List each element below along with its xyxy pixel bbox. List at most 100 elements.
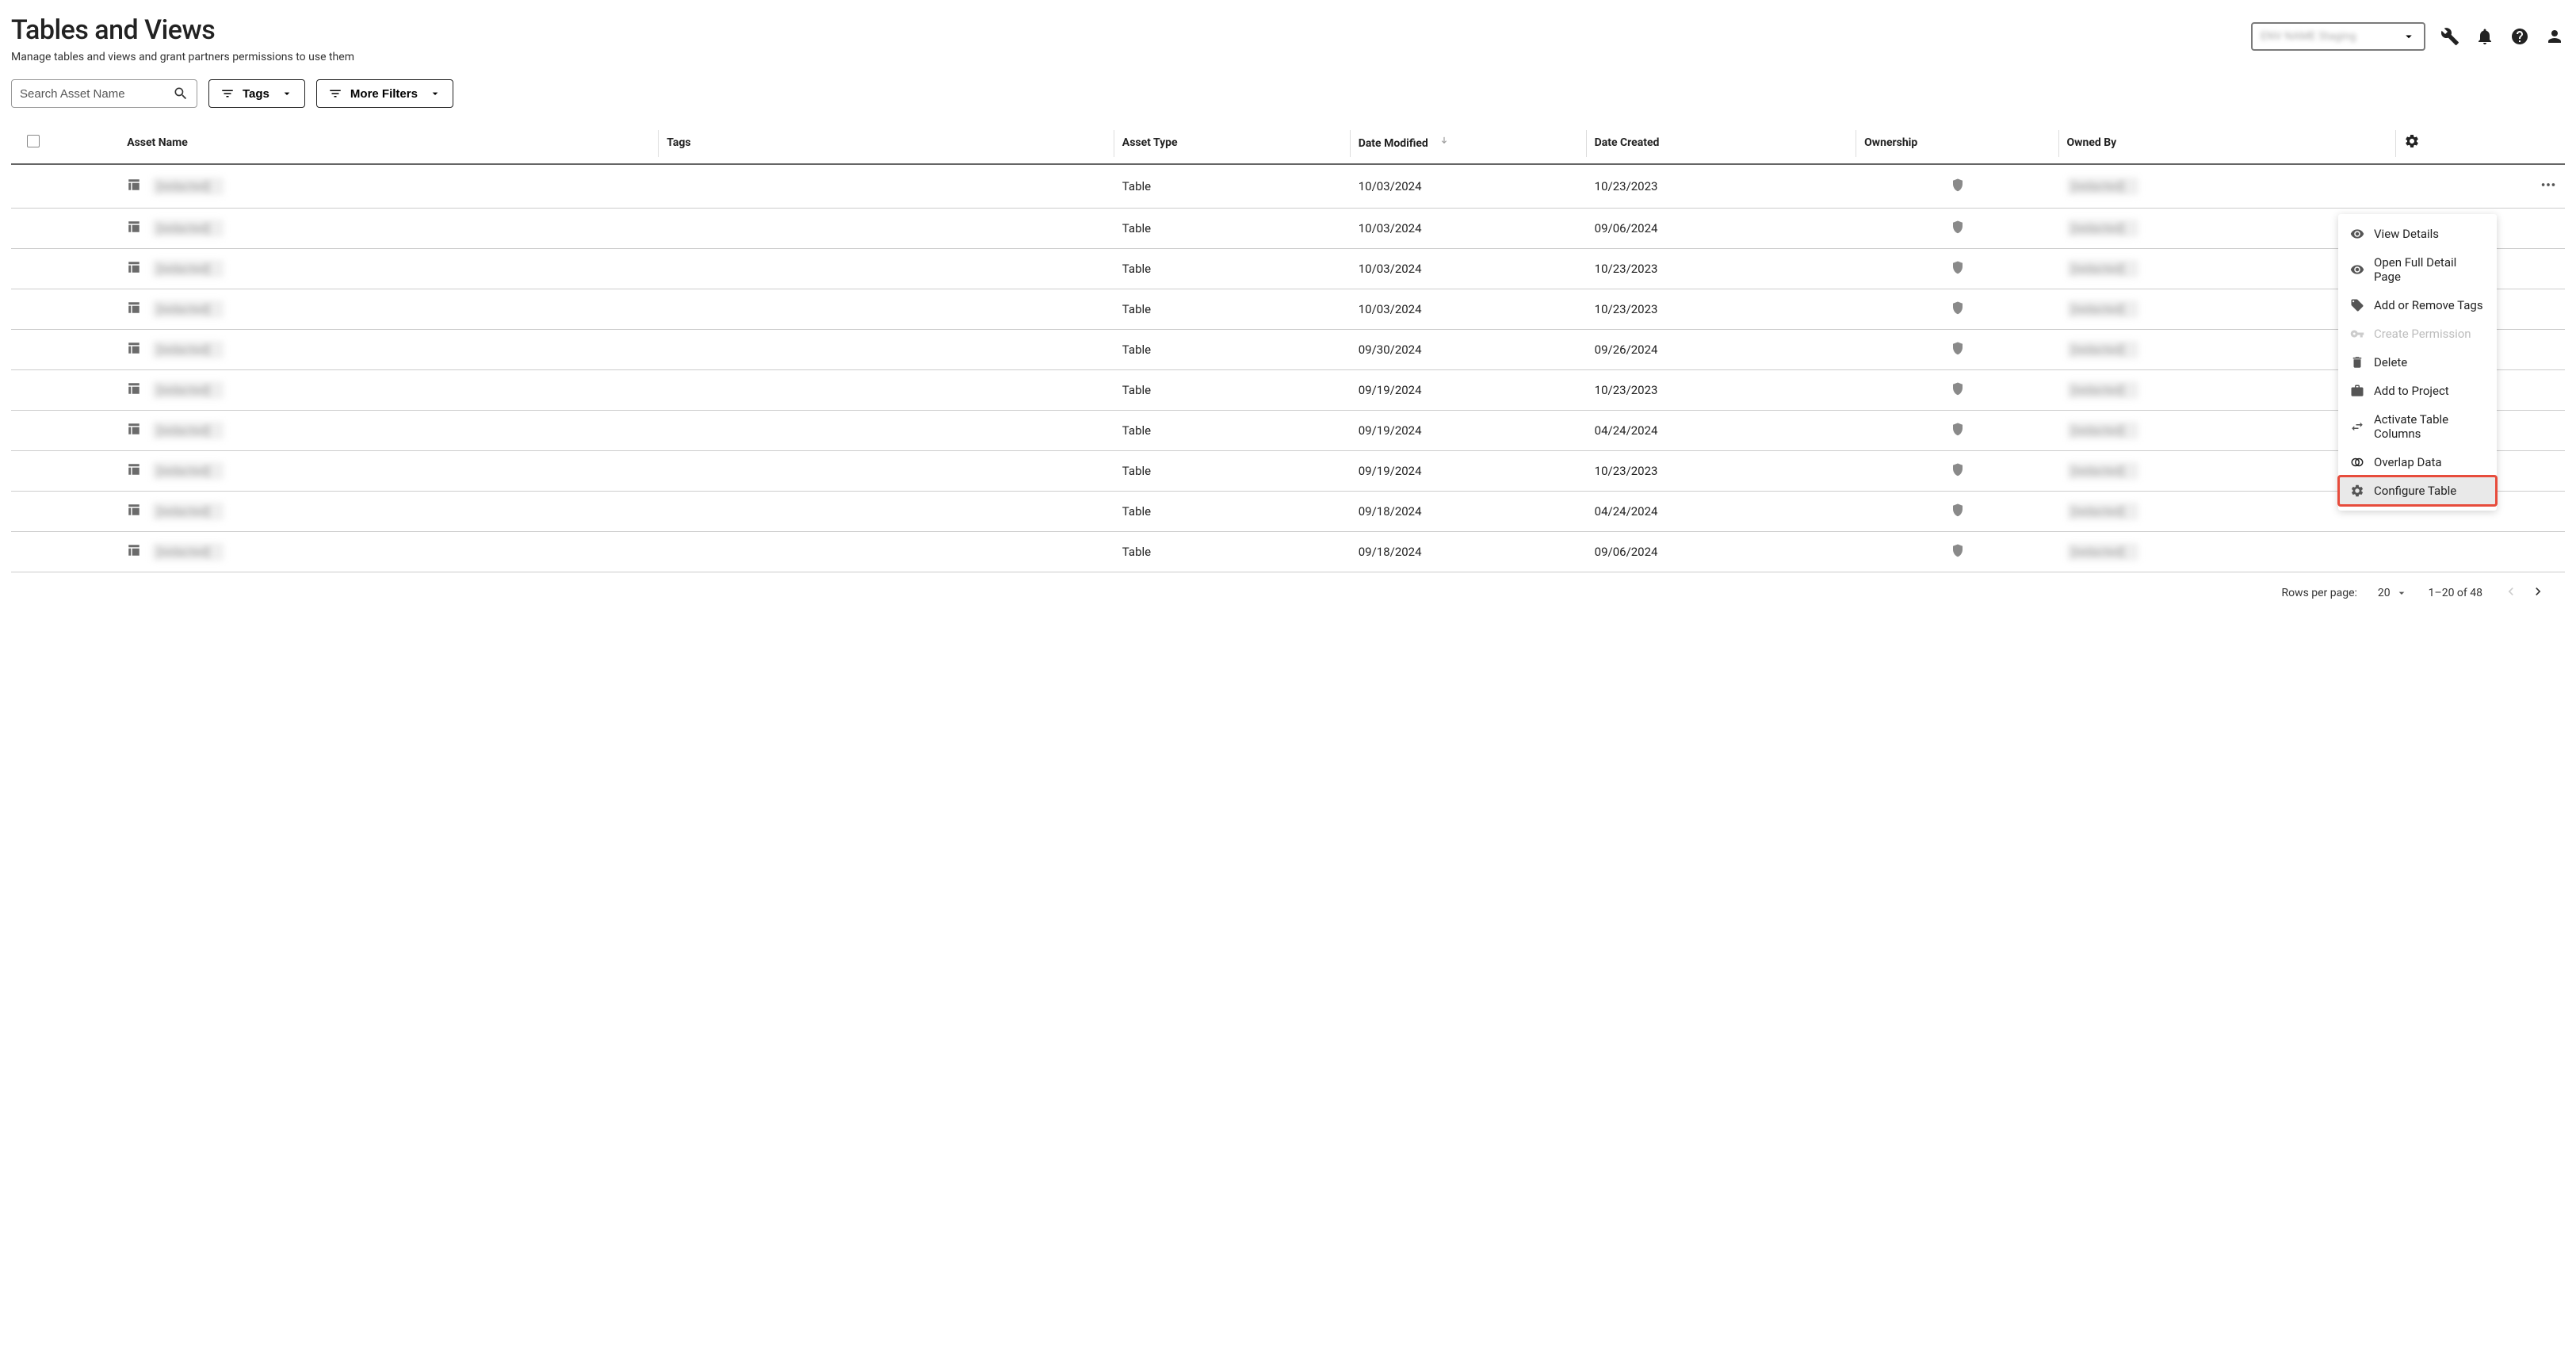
rows-per-page-value: 20 — [2378, 587, 2391, 599]
menu-overlap-data[interactable]: Overlap Data — [2339, 448, 2496, 476]
date-modified-cell: 10/03/2024 — [1351, 249, 1587, 289]
table-row[interactable]: [redacted] Table 10/03/2024 09/06/2024 [… — [11, 209, 2565, 249]
owned-by-cell: [redacted] — [2067, 300, 2138, 318]
table-icon — [127, 462, 141, 480]
pagination-next[interactable] — [2530, 584, 2546, 603]
asset-type-cell: Table — [1114, 451, 1351, 492]
table-row[interactable]: [redacted] Table 09/19/2024 10/23/2023 [… — [11, 451, 2565, 492]
owned-by-cell: [redacted] — [2067, 178, 2138, 195]
column-tags[interactable]: Tags — [659, 124, 1114, 164]
row-context-menu: View Details Open Full Detail Page Add o… — [2338, 214, 2497, 511]
asset-name: [redacted] — [152, 300, 224, 318]
table-icon — [127, 422, 141, 439]
pagination-bar: Rows per page: 20 1–20 of 48 — [11, 572, 2565, 609]
environment-select[interactable]: ENV NAME Staging — [2251, 22, 2425, 51]
tags-filter-label: Tags — [243, 87, 269, 101]
notifications-icon[interactable] — [2475, 26, 2495, 47]
tags-cell — [659, 451, 1114, 492]
table-row[interactable]: [redacted] Table 10/03/2024 10/23/2023 [… — [11, 249, 2565, 289]
menu-add-remove-tags[interactable]: Add or Remove Tags — [2339, 291, 2496, 320]
date-modified-cell: 09/30/2024 — [1351, 330, 1587, 370]
shield-icon — [1951, 300, 1965, 315]
select-all-checkbox[interactable] — [27, 135, 40, 147]
asset-type-cell: Table — [1114, 411, 1351, 451]
shield-icon — [1951, 503, 1965, 517]
table-row[interactable]: [redacted] Table 09/18/2024 04/24/2024 [… — [11, 492, 2565, 532]
asset-type-cell: Table — [1114, 532, 1351, 572]
table-icon — [127, 341, 141, 358]
search-asset-name[interactable] — [11, 79, 197, 108]
menu-activate-table-columns[interactable]: Activate Table Columns — [2339, 405, 2496, 448]
asset-type-cell: Table — [1114, 249, 1351, 289]
owned-by-cell: [redacted] — [2067, 422, 2138, 439]
rows-per-page-label: Rows per page: — [2281, 587, 2356, 599]
asset-name: [redacted] — [152, 503, 224, 520]
table-row[interactable]: [redacted] Table 09/18/2024 09/06/2024 [… — [11, 532, 2565, 572]
menu-configure-label: Configure Table — [2374, 484, 2456, 498]
shield-icon — [1951, 462, 1965, 476]
page-subtitle: Manage tables and views and grant partne… — [11, 51, 354, 63]
column-owned-by[interactable]: Owned By — [2059, 124, 2397, 164]
column-ownership[interactable]: Ownership — [1856, 124, 2058, 164]
help-icon[interactable] — [2509, 26, 2530, 47]
shield-icon — [1951, 543, 1965, 557]
asset-type-cell: Table — [1114, 289, 1351, 330]
date-created-cell: 10/23/2023 — [1587, 289, 1857, 330]
table-row[interactable]: [redacted] Table 10/03/2024 10/23/2023 [… — [11, 289, 2565, 330]
asset-type-cell: Table — [1114, 370, 1351, 411]
chevron-down-icon — [2402, 29, 2416, 44]
column-date-modified-label: Date Modified — [1359, 137, 1428, 150]
date-created-cell: 09/06/2024 — [1587, 532, 1857, 572]
owned-by-cell: [redacted] — [2067, 220, 2138, 237]
shield-icon — [1951, 260, 1965, 274]
menu-create-permission: Create Permission — [2339, 320, 2496, 348]
menu-delete-label: Delete — [2374, 355, 2407, 369]
date-modified-cell: 10/03/2024 — [1351, 289, 1587, 330]
column-date-created[interactable]: Date Created — [1587, 124, 1857, 164]
rows-per-page-select[interactable]: 20 — [2378, 587, 2408, 599]
menu-view-details[interactable]: View Details — [2339, 220, 2496, 248]
date-created-cell: 09/26/2024 — [1587, 330, 1857, 370]
table-icon — [127, 260, 141, 277]
more-filters-button[interactable]: More Filters — [316, 79, 453, 108]
row-actions-button[interactable] — [2540, 182, 2557, 197]
table-row[interactable]: [redacted] Table 10/03/2024 10/23/2023 [… — [11, 164, 2565, 209]
menu-overlap-label: Overlap Data — [2374, 455, 2442, 469]
date-created-cell: 04/24/2024 — [1587, 411, 1857, 451]
tags-cell — [659, 370, 1114, 411]
asset-name: [redacted] — [152, 341, 224, 358]
table-row[interactable]: [redacted] Table 09/30/2024 09/26/2024 [… — [11, 330, 2565, 370]
chevron-down-icon — [2395, 587, 2408, 599]
menu-open-full-detail[interactable]: Open Full Detail Page — [2339, 248, 2496, 291]
asset-type-cell: Table — [1114, 164, 1351, 209]
date-created-cell: 10/23/2023 — [1587, 451, 1857, 492]
menu-delete[interactable]: Delete — [2339, 348, 2496, 377]
tags-filter-button[interactable]: Tags — [208, 79, 305, 108]
date-created-cell: 04/24/2024 — [1587, 492, 1857, 532]
column-asset-name[interactable]: Asset Name — [119, 124, 659, 164]
asset-name: [redacted] — [152, 543, 224, 561]
tags-cell — [659, 330, 1114, 370]
owned-by-cell: [redacted] — [2067, 341, 2138, 358]
asset-type-cell: Table — [1114, 492, 1351, 532]
column-date-modified[interactable]: Date Modified — [1351, 124, 1587, 164]
date-created-cell: 10/23/2023 — [1587, 249, 1857, 289]
user-icon[interactable] — [2544, 26, 2565, 47]
table-row[interactable]: [redacted] Table 09/19/2024 04/24/2024 [… — [11, 411, 2565, 451]
date-modified-cell: 09/19/2024 — [1351, 451, 1587, 492]
date-modified-cell: 09/19/2024 — [1351, 370, 1587, 411]
search-input[interactable] — [20, 87, 162, 101]
tools-icon[interactable] — [2440, 26, 2460, 47]
asset-type-cell: Table — [1114, 209, 1351, 249]
menu-add-to-project[interactable]: Add to Project — [2339, 377, 2496, 405]
shield-icon — [1951, 422, 1965, 436]
column-asset-type[interactable]: Asset Type — [1114, 124, 1351, 164]
chevron-down-icon — [429, 87, 441, 100]
page-title: Tables and Views — [11, 14, 354, 46]
owned-by-cell: [redacted] — [2067, 381, 2138, 399]
menu-configure-table[interactable]: Configure Table — [2339, 476, 2496, 505]
table-settings-button[interactable] — [2404, 140, 2420, 152]
tags-cell — [659, 411, 1114, 451]
table-row[interactable]: [redacted] Table 09/19/2024 10/23/2023 [… — [11, 370, 2565, 411]
tags-cell — [659, 249, 1114, 289]
